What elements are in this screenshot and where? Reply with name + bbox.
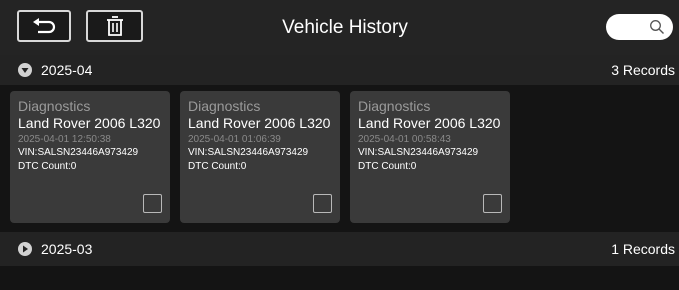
page-title: Vehicle History [282,17,408,38]
record-card[interactable]: Diagnostics Land Rover 2006 L320 2025-04… [180,91,340,223]
record-dtc-count: DTC Count:0 [358,161,417,172]
top-bar: Vehicle History [0,0,679,55]
group-record-count: 3 Records [611,62,675,78]
group-label: 2025-03 [41,241,93,257]
vehicle-history-screen: Vehicle History 2025-04 3 Records Diagno… [0,0,679,290]
search-input[interactable] [606,14,673,40]
group-label: 2025-04 [41,62,93,78]
record-select-checkbox[interactable] [313,194,332,213]
back-button[interactable] [17,10,71,42]
group-header-2025-03[interactable]: 2025-03 1 Records [0,232,679,266]
group-record-count: 1 Records [611,241,675,257]
record-vehicle: Land Rover 2006 L320 [358,115,501,131]
record-datetime: 2025-04-01 00:58:43 [358,134,451,145]
record-vin: VIN:SALSN23446A973429 [358,147,479,158]
record-card[interactable]: Diagnostics Land Rover 2006 L320 2025-04… [350,91,510,223]
delete-button[interactable] [86,10,143,42]
record-card[interactable]: Diagnostics Land Rover 2006 L320 2025-04… [10,91,170,223]
group-header-2025-04[interactable]: 2025-04 3 Records [0,55,679,85]
back-arrow-icon [33,18,56,34]
record-list: Diagnostics Land Rover 2006 L320 2025-04… [0,85,679,232]
record-datetime: 2025-04-01 12:50:38 [18,134,111,145]
record-dtc-count: DTC Count:0 [18,161,77,172]
record-vin: VIN:SALSN23446A973429 [188,147,309,158]
empty-area [0,266,679,290]
record-select-checkbox[interactable] [143,194,162,213]
record-vehicle: Land Rover 2006 L320 [188,115,331,131]
record-vin: VIN:SALSN23446A973429 [18,147,139,158]
record-type: Diagnostics [358,98,431,114]
record-datetime: 2025-04-01 01:06:39 [188,134,281,145]
record-dtc-count: DTC Count:0 [188,161,247,172]
expand-toggle-icon[interactable] [18,242,32,256]
trash-icon [106,16,123,36]
record-select-checkbox[interactable] [483,194,502,213]
record-vehicle: Land Rover 2006 L320 [18,115,161,131]
record-type: Diagnostics [18,98,91,114]
record-type: Diagnostics [188,98,261,114]
search-icon[interactable] [649,19,665,35]
collapse-toggle-icon[interactable] [18,63,32,77]
